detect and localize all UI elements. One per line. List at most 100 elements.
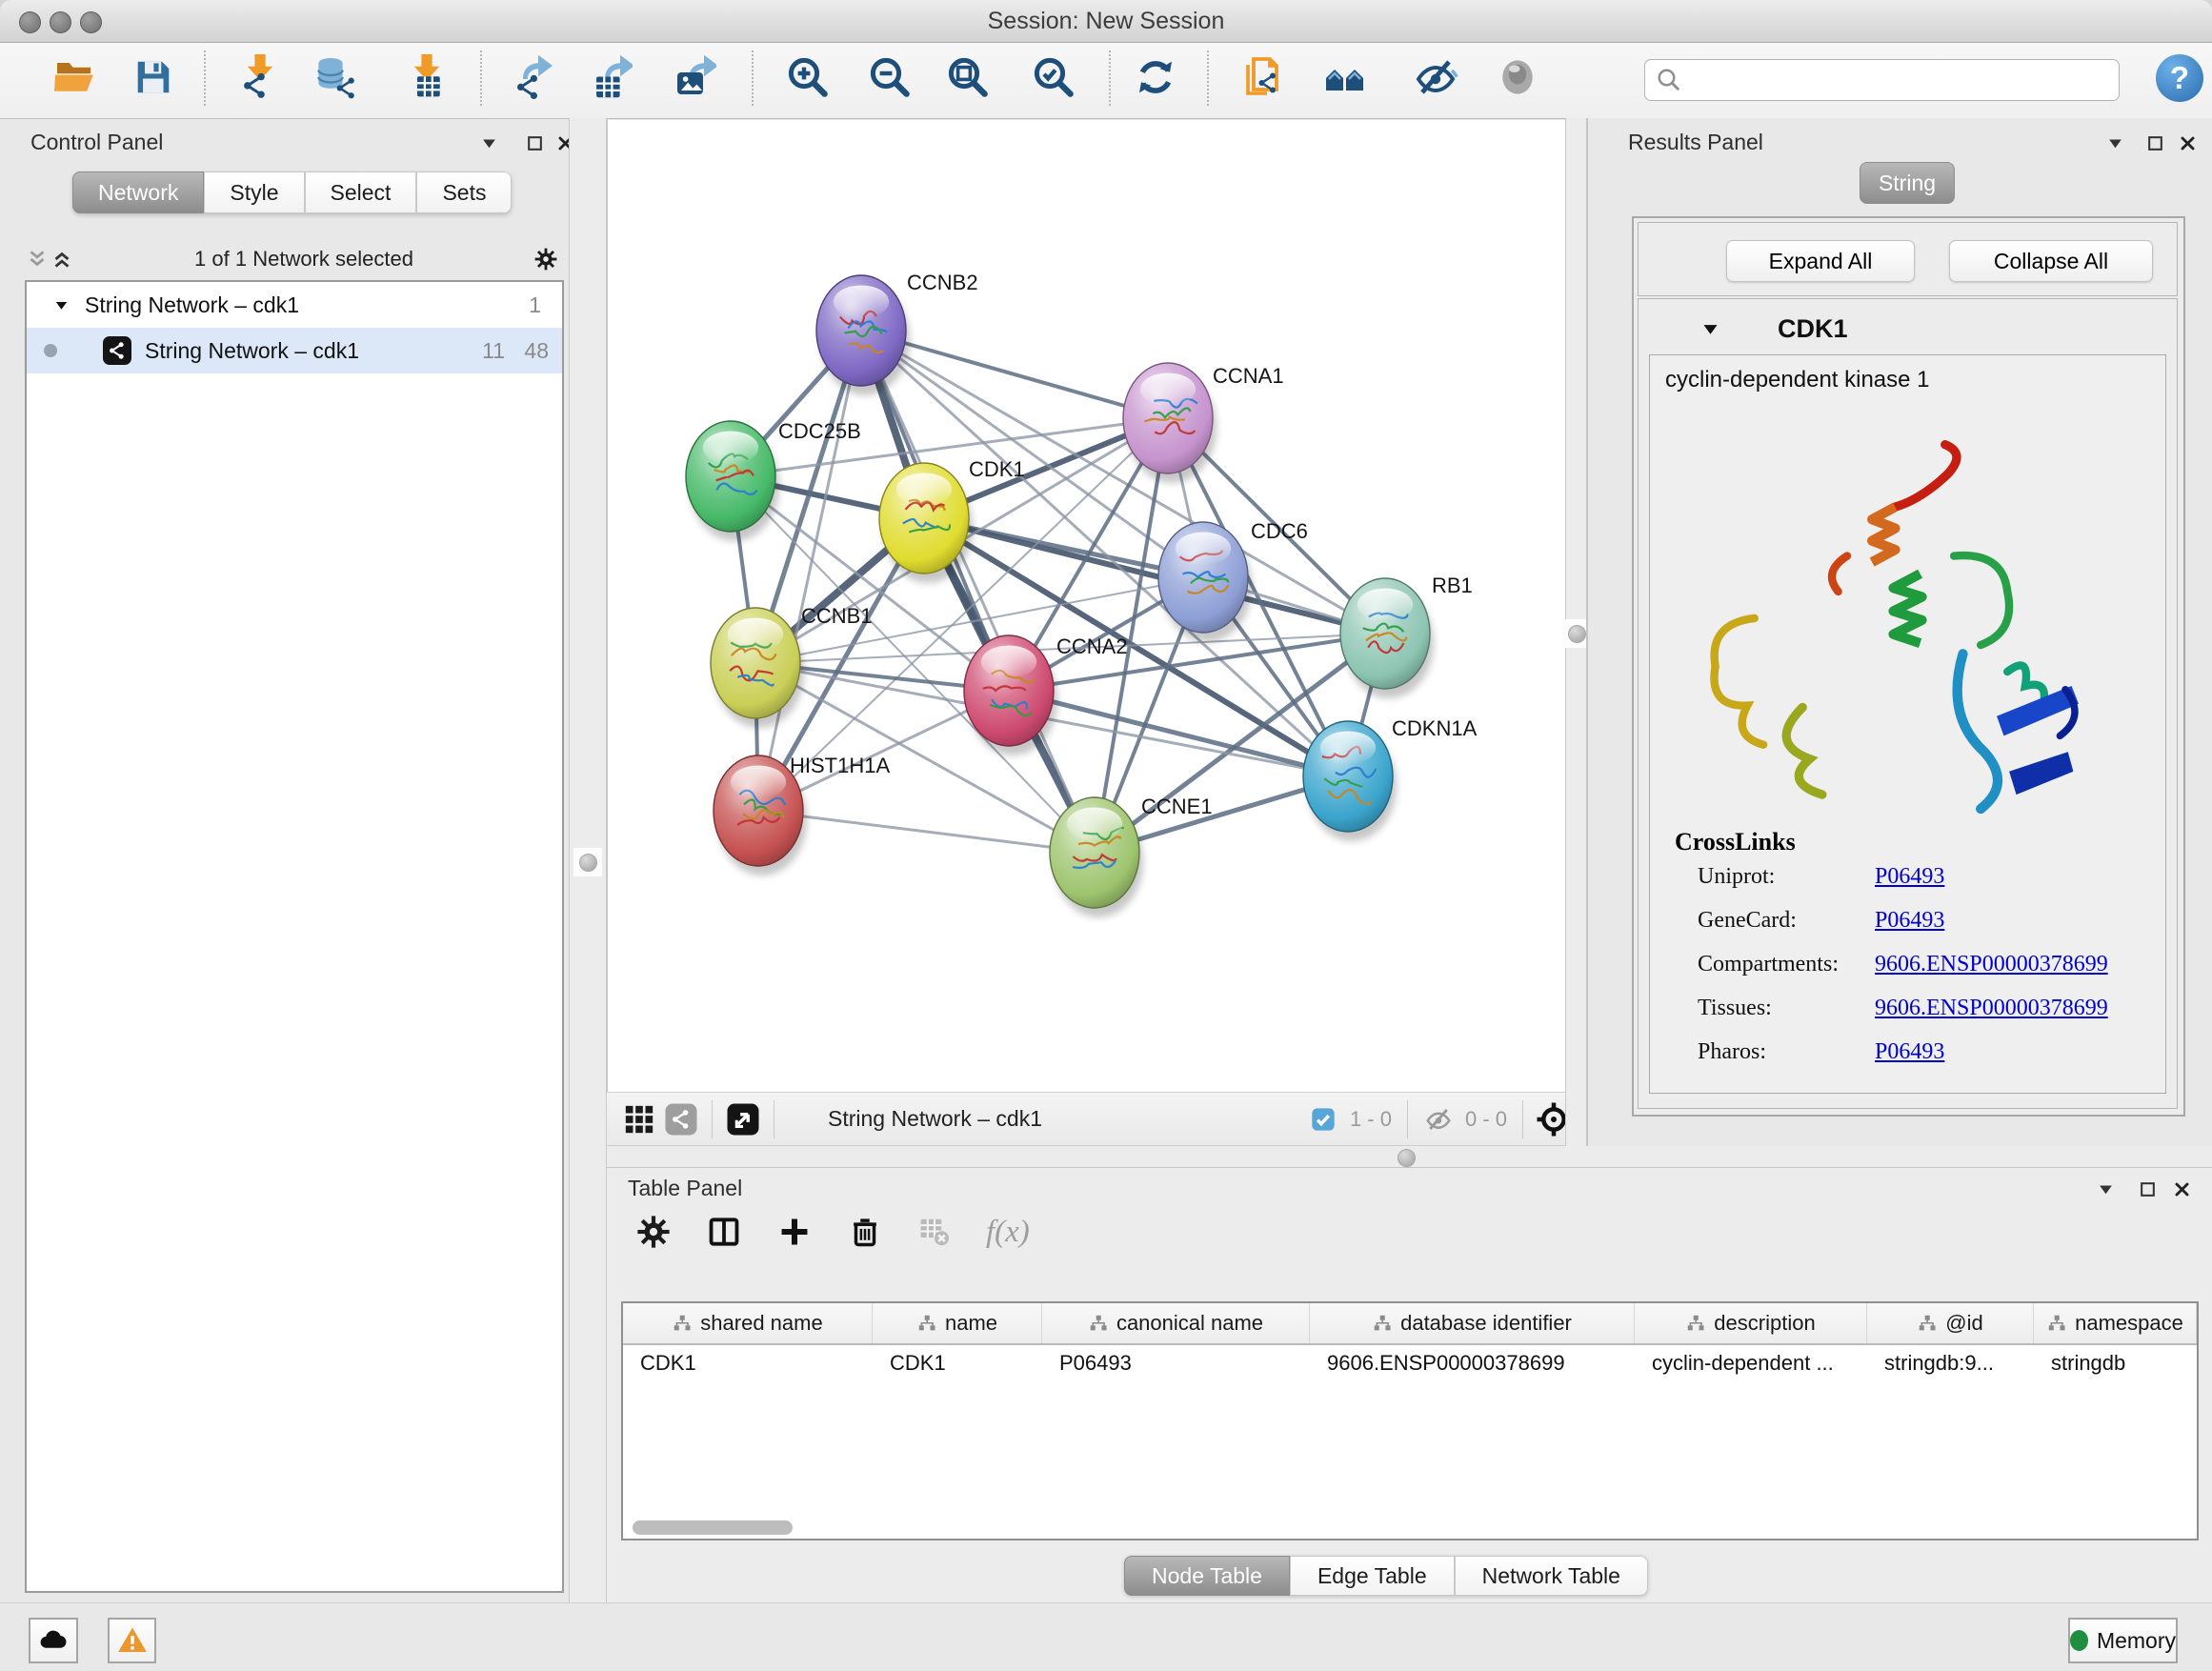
network-edge[interactable] — [924, 518, 1385, 634]
options-gear-icon[interactable] — [533, 247, 558, 272]
tab-sets[interactable]: Sets — [416, 171, 512, 213]
help-button[interactable]: ? — [2156, 54, 2203, 102]
share-document-button[interactable] — [1238, 46, 1290, 109]
network-graph[interactable]: CCNB2CCNA1CDC25BCDK1CDC6RB1CCNB1CCNA2CDK… — [608, 120, 1586, 1092]
import-network-from-database-button[interactable] — [310, 46, 361, 109]
tab-select[interactable]: Select — [305, 171, 417, 213]
column-header-description[interactable]: description — [1635, 1303, 1867, 1343]
hierarchy-icon — [1685, 1313, 1706, 1334]
network-node-CCNE1[interactable] — [1050, 797, 1139, 908]
panel-close-icon[interactable] — [2169, 1177, 2194, 1201]
zoom-in-button[interactable] — [782, 46, 834, 109]
hidden-eye-slash-icon[interactable] — [1418, 1098, 1459, 1140]
expand-all-button[interactable]: Expand All — [1726, 240, 1915, 282]
panel-float-icon[interactable] — [522, 131, 547, 155]
column-header-database-identifier[interactable]: database identifier — [1310, 1303, 1635, 1343]
network-node-CDC6[interactable] — [1158, 522, 1248, 633]
open-session-button[interactable] — [50, 46, 101, 109]
column-header-namespace[interactable]: namespace — [2034, 1303, 2197, 1343]
panel-float-icon[interactable] — [2142, 131, 2167, 155]
panel-float-icon[interactable] — [2135, 1177, 2160, 1201]
network-edge[interactable] — [758, 811, 1095, 853]
export-image-button[interactable] — [668, 46, 719, 109]
import-table-button[interactable] — [397, 46, 449, 109]
left-splitter[interactable] — [569, 118, 607, 1602]
network-edge[interactable] — [861, 331, 1095, 853]
export-table-button[interactable] — [584, 46, 635, 109]
export-network-button[interactable] — [504, 46, 555, 109]
tab-edge-table[interactable]: Edge Table — [1290, 1556, 1455, 1596]
toolbar-separator — [204, 50, 206, 106]
network-edge[interactable] — [758, 331, 861, 811]
hide-selection-button[interactable] — [1410, 46, 1461, 109]
column-header--id[interactable]: @id — [1867, 1303, 2034, 1343]
toolbar-separator — [1522, 1100, 1523, 1138]
tab-style[interactable]: Style — [204, 171, 304, 213]
zoom-out-button[interactable] — [864, 46, 915, 109]
add-column-icon[interactable] — [776, 1214, 813, 1250]
column-header-name[interactable]: name — [873, 1303, 1042, 1343]
network-node-CCNA1[interactable] — [1123, 363, 1213, 473]
splitter-handle[interactable] — [1398, 1149, 1416, 1167]
network-node-CCNB2[interactable] — [816, 275, 906, 386]
show-eye-button[interactable] — [1492, 46, 1543, 109]
collapse-triangle-icon[interactable] — [53, 297, 70, 313]
tab-node-table[interactable]: Node Table — [1124, 1556, 1290, 1596]
network-share-icon[interactable] — [660, 1098, 702, 1140]
network-collection-row[interactable]: String Network – cdk1 1 — [27, 282, 562, 328]
network-row-selected[interactable]: String Network – cdk1 11 48 — [27, 328, 562, 373]
panel-menu-icon[interactable] — [476, 131, 501, 155]
zoom-selected-button[interactable] — [1028, 46, 1079, 109]
network-node-CCNB1[interactable] — [711, 608, 800, 718]
crosslink-link[interactable]: P06493 — [1875, 1039, 1944, 1065]
horizontal-splitter[interactable] — [607, 1146, 2212, 1167]
zoom-fit-button[interactable] — [942, 46, 994, 109]
network-canvas[interactable]: CCNB2CCNA1CDC25BCDK1CDC6RB1CCNB1CCNA2CDK… — [607, 120, 1587, 1092]
tab-network-table[interactable]: Network Table — [1455, 1556, 1648, 1596]
selected-checkbox-icon[interactable] — [1302, 1098, 1344, 1140]
network-node-RB1[interactable] — [1340, 578, 1430, 689]
network-node-CCNA2[interactable] — [964, 635, 1054, 746]
network-node-CDC25B[interactable] — [686, 421, 775, 532]
panel-menu-icon[interactable] — [2102, 131, 2127, 155]
expand-collapse-bar: Expand All Collapse All — [1638, 222, 2178, 296]
column-header-canonical-name[interactable]: canonical name — [1042, 1303, 1310, 1343]
search-input[interactable] — [1689, 68, 2119, 92]
crosslink-label: Uniprot: — [1698, 864, 1775, 890]
home-networks-button[interactable] — [1320, 46, 1372, 109]
node-label-RB1: RB1 — [1432, 574, 1473, 597]
tab-network[interactable]: Network — [72, 171, 204, 213]
refresh-button[interactable] — [1130, 46, 1181, 109]
table-panel: Table Panel f(x) shared namenamecanonica… — [607, 1167, 2212, 1603]
open-in-window-icon[interactable] — [722, 1098, 764, 1140]
delete-trash-icon[interactable] — [847, 1214, 883, 1250]
collapse-all-button[interactable]: Collapse All — [1949, 240, 2153, 282]
table-settings-gear-icon[interactable] — [635, 1214, 672, 1250]
crosslink-link[interactable]: P06493 — [1875, 864, 1944, 890]
grid-view-icon[interactable] — [618, 1098, 660, 1140]
tab-string[interactable]: String — [1860, 162, 1955, 204]
network-node-CDK1[interactable] — [879, 463, 969, 574]
warning-button[interactable] — [108, 1618, 156, 1663]
collapse-all-icon[interactable] — [25, 247, 50, 272]
entry-collapse-triangle-icon[interactable] — [1698, 316, 1722, 341]
table-header-row: shared namenamecanonical namedatabase id… — [623, 1303, 2197, 1345]
import-network-button[interactable] — [229, 46, 280, 109]
crosslink-row: Uniprot: P06493 — [1650, 864, 2165, 908]
splitter-handle[interactable] — [573, 848, 602, 876]
crosslink-link[interactable]: 9606.ENSP00000378699 — [1875, 952, 2108, 977]
save-session-button[interactable] — [128, 46, 179, 109]
right-splitter[interactable] — [1565, 118, 1588, 1146]
network-node-CDKN1A[interactable] — [1303, 721, 1393, 832]
table-row[interactable]: CDK1CDK1P064939606.ENSP00000378699cyclin… — [623, 1345, 2197, 1381]
panel-menu-icon[interactable] — [2093, 1177, 2118, 1201]
expand-all-icon[interactable] — [50, 247, 74, 272]
panel-close-icon[interactable] — [2175, 131, 2200, 155]
crosslink-link[interactable]: P06493 — [1875, 908, 1944, 934]
columns-icon[interactable] — [706, 1214, 742, 1250]
horizontal-scrollbar-thumb[interactable] — [633, 1520, 793, 1535]
crosslink-link[interactable]: 9606.ENSP00000378699 — [1875, 996, 2108, 1021]
column-header-shared-name[interactable]: shared name — [623, 1303, 873, 1343]
memory-button[interactable]: Memory — [2068, 1618, 2178, 1663]
cloud-button[interactable] — [29, 1618, 78, 1663]
